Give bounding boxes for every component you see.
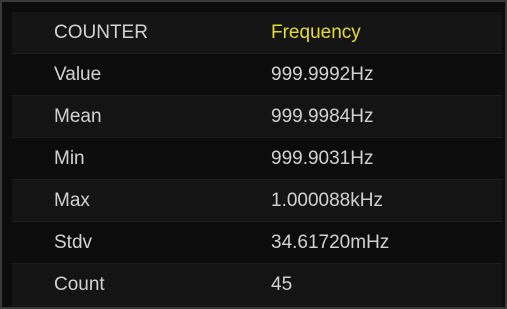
row-label: Max	[54, 189, 90, 211]
counter-row-mean: Mean 999.9984Hz	[12, 96, 502, 138]
row-label: Min	[54, 147, 85, 169]
counter-title: COUNTER	[54, 21, 148, 43]
counter-panel: COUNTER Frequency Value 999.9992Hz Mean …	[0, 0, 507, 309]
counter-header-row: COUNTER Frequency	[12, 12, 502, 54]
counter-row-count: Count 45	[12, 264, 502, 306]
row-value: 1.000088kHz	[271, 189, 383, 211]
row-value: 45	[271, 273, 293, 295]
row-value: 999.9031Hz	[271, 147, 374, 169]
row-label: Stdv	[54, 231, 93, 253]
row-value: 999.9992Hz	[271, 63, 374, 85]
counter-mode-selector[interactable]: Frequency	[271, 22, 361, 44]
row-value: 34.61720mHz	[271, 231, 390, 253]
counter-row-min: Min 999.9031Hz	[12, 138, 502, 180]
row-value: 999.9984Hz	[271, 105, 374, 127]
counter-row-max: Max 1.000088kHz	[12, 180, 502, 222]
row-label: Mean	[54, 105, 102, 127]
counter-row-stdv: Stdv 34.61720mHz	[12, 222, 502, 264]
row-label: Count	[54, 273, 105, 295]
counter-row-value: Value 999.9992Hz	[12, 54, 502, 96]
row-label: Value	[54, 63, 102, 85]
